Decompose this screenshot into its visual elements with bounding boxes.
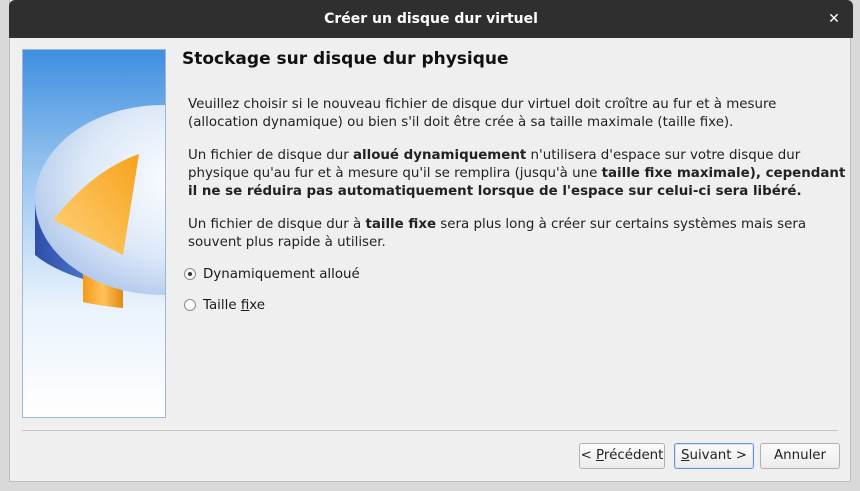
text-bold-segment: alloué dynamiquement bbox=[352, 148, 527, 163]
mnemonic-key: f bbox=[240, 297, 250, 313]
radio-fixed-size[interactable]: Taille fixe bbox=[184, 295, 265, 315]
text-bold-segment: taille fixe bbox=[365, 217, 437, 232]
label-part: ixe bbox=[249, 297, 266, 313]
title-bar: Créer un disque dur virtuel ✕ bbox=[9, 0, 853, 38]
mnemonic-key: P bbox=[596, 448, 604, 463]
dynamic-description: Un fichier de disque dur alloué dynamiqu… bbox=[188, 147, 848, 201]
page-title: Stockage sur disque dur physique bbox=[182, 49, 509, 69]
previous-button[interactable]: < Précédent bbox=[579, 443, 665, 469]
next-button[interactable]: Suivant > bbox=[674, 443, 754, 469]
label-part: Taille bbox=[203, 297, 241, 313]
close-icon[interactable]: ✕ bbox=[825, 10, 843, 28]
radio-fixed-label: Taille fixe bbox=[203, 298, 265, 313]
button-label-part: < bbox=[580, 448, 597, 463]
dialog-window: Créer un disque dur virtuel ✕ Stockage s… bbox=[9, 0, 853, 482]
separator bbox=[22, 430, 838, 431]
cancel-button[interactable]: Annuler bbox=[760, 443, 840, 469]
button-label-part: récédent bbox=[603, 448, 664, 463]
radio-dynamic-label: Dynamiquement alloué bbox=[203, 266, 360, 282]
radio-button-icon[interactable] bbox=[184, 299, 196, 311]
text-segment: Un fichier de disque dur à bbox=[188, 217, 366, 232]
hard-disk-illustration bbox=[23, 50, 165, 417]
fixed-description: Un fichier de disque dur à taille fixe s… bbox=[188, 216, 848, 252]
button-label-part: uivant > bbox=[689, 448, 748, 463]
intro-paragraph: Veuillez choisir si le nouveau fichier d… bbox=[188, 97, 777, 130]
radio-dynamic-allocation[interactable]: Dynamiquement alloué bbox=[184, 264, 360, 284]
wizard-disk-image bbox=[22, 49, 166, 418]
text-segment: Un fichier de disque dur bbox=[188, 148, 353, 163]
window-title: Créer un disque dur virtuel bbox=[324, 11, 538, 27]
radio-button-checked-icon[interactable] bbox=[184, 268, 196, 280]
